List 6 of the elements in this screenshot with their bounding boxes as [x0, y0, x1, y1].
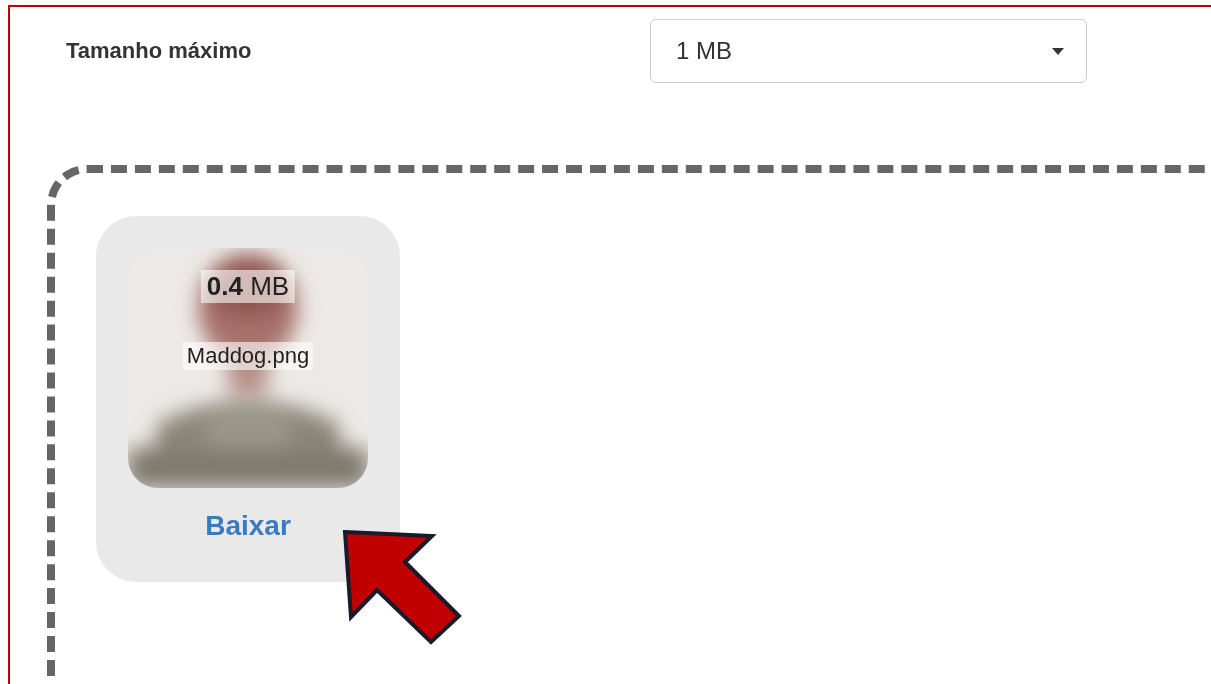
- field-label: Tamanho máximo: [66, 38, 253, 64]
- file-size: 0.4 MB: [200, 270, 296, 303]
- size-select[interactable]: 1 MB: [650, 19, 1087, 83]
- caret-icon: [1052, 47, 1064, 55]
- file-name: Maddog.png: [182, 342, 314, 370]
- download-link[interactable]: Baixar: [205, 510, 291, 542]
